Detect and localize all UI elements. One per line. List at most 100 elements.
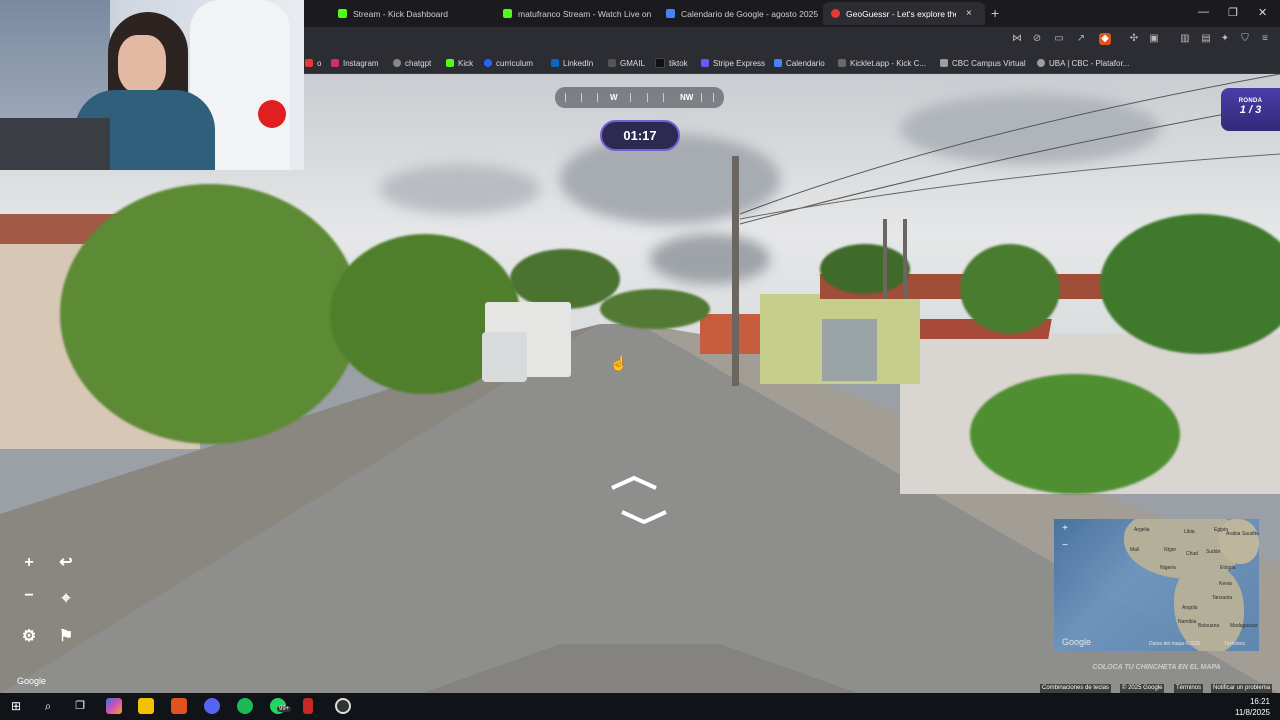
bookmark-label: LinkedIn xyxy=(563,58,594,68)
geoguessr-icon xyxy=(831,9,840,18)
bookmark-kicklet[interactable]: Kicklet.app - Kick C... xyxy=(838,57,926,69)
cast-icon[interactable]: ▭ xyxy=(1053,33,1065,45)
restore-button[interactable]: ❐ xyxy=(1228,6,1238,19)
vpn-icon[interactable]: ⛉ xyxy=(1239,33,1251,45)
share-icon[interactable]: ↗ xyxy=(1075,33,1087,45)
bookmark-tiktok[interactable]: tiktok xyxy=(655,57,688,69)
kick-icon xyxy=(446,59,454,67)
desk xyxy=(0,118,110,170)
app-icon[interactable] xyxy=(303,698,313,714)
bookmark-item[interactable]: o xyxy=(305,57,321,69)
bookmark-curriculum[interactable]: curriculum xyxy=(484,57,533,69)
bookmark-stripe[interactable]: Stripe Express xyxy=(701,57,765,69)
map-zoom-out-button[interactable]: − xyxy=(1060,541,1070,551)
copilot-icon[interactable] xyxy=(106,698,122,714)
bookmark-label: GMAIL xyxy=(620,58,645,68)
map-label: Botsuana xyxy=(1198,623,1220,629)
move-backward-arrow[interactable] xyxy=(620,510,668,524)
map-label: Nigeria xyxy=(1160,565,1176,571)
bookmark-kick[interactable]: Kick xyxy=(446,57,473,69)
compass-tick xyxy=(663,93,664,102)
task-view-icon[interactable]: ❐ xyxy=(72,698,88,714)
extensions-icon[interactable]: ✣ xyxy=(1128,33,1140,45)
map-label: Angola xyxy=(1182,605,1198,611)
tab-kick-stream[interactable]: matufranco Stream - Watch Live on xyxy=(495,2,658,25)
zoom-in-button[interactable]: + xyxy=(17,551,41,575)
map-data-attribution: Datos del mapa ©2025 xyxy=(1149,641,1201,647)
sidebar-icon[interactable]: ▥ xyxy=(1179,33,1191,45)
report-problem-link[interactable]: Notificar un problema xyxy=(1211,684,1273,693)
map-label: Etiopía xyxy=(1220,565,1236,571)
zoom-out-button[interactable]: − xyxy=(17,584,41,608)
leo-ai-icon[interactable]: ✦ xyxy=(1219,33,1231,45)
settings-button[interactable]: ⚙ xyxy=(17,625,41,649)
tab-geoguessr[interactable]: GeoGuessr - Let's explore the × xyxy=(823,2,985,25)
bookmark-label: Kick xyxy=(458,58,474,68)
cbc-icon xyxy=(940,59,948,67)
spotify-icon[interactable] xyxy=(237,698,253,714)
compass-northwest: NW xyxy=(680,93,694,102)
stripe-icon xyxy=(701,59,709,67)
tab-google-calendar[interactable]: Calendario de Google - agosto 2025 xyxy=(658,2,821,25)
bookmark-icon xyxy=(305,59,313,67)
streamer-face xyxy=(118,35,166,93)
tab-kick-dashboard[interactable]: Stream - Kick Dashboard xyxy=(330,2,495,25)
new-tab-button[interactable]: + xyxy=(991,5,999,21)
round-indicator: RONDA 1 / 3 xyxy=(1221,88,1280,131)
tab-title: matufranco Stream - Watch Live on xyxy=(518,8,652,19)
place-pin-hint: COLOCA TU CHINCHETA EN EL MAPA xyxy=(1092,664,1221,671)
set-checkpoint-button[interactable]: ⌖ xyxy=(54,587,78,611)
google-watermark: Google xyxy=(17,676,47,686)
obs-icon[interactable] xyxy=(335,698,351,714)
close-tab-icon[interactable]: × xyxy=(966,8,972,19)
bookmark-instagram[interactable]: Instagram xyxy=(331,57,379,69)
bookmark-linkedin[interactable]: LinkedIn xyxy=(551,57,593,69)
bookmark-label: curriculum xyxy=(496,58,533,68)
undo-move-button[interactable]: ↩ xyxy=(54,551,78,575)
bookmark-calendario[interactable]: Calendario xyxy=(774,57,825,69)
windows-start-icon[interactable]: ⊞ xyxy=(8,698,24,714)
bookmark-label: o xyxy=(317,58,322,68)
minimize-button[interactable]: — xyxy=(1198,6,1209,18)
map-label: Libia xyxy=(1184,529,1195,535)
hand-cursor-icon: ☝ xyxy=(610,355,628,371)
extension-icon[interactable]: ⋈ xyxy=(1011,33,1023,45)
mute-icon[interactable]: ⊘ xyxy=(1031,33,1043,45)
compass-tick xyxy=(565,93,566,102)
file-explorer-icon[interactable] xyxy=(138,698,154,714)
map-zoom-in-button[interactable]: + xyxy=(1060,524,1070,534)
map-label: Níger xyxy=(1164,547,1177,553)
keyboard-shortcuts-link[interactable]: Combinaciones de teclas xyxy=(1040,684,1112,693)
compass-tick xyxy=(581,93,582,102)
tab-title: Stream - Kick Dashboard xyxy=(353,8,448,19)
screenshot-icon[interactable]: ▣ xyxy=(1148,33,1160,45)
brave-shield-icon[interactable]: ◆ xyxy=(1099,33,1111,45)
kick-icon xyxy=(338,9,347,18)
tiktok-icon xyxy=(655,58,665,68)
brave-browser-icon[interactable] xyxy=(171,698,187,714)
bookmark-gmail[interactable]: GMAIL xyxy=(608,57,645,69)
bookmark-cbc-campus[interactable]: CBC Campus Virtual xyxy=(940,57,1026,69)
google-copyright: © 2025 Google xyxy=(1120,684,1165,693)
close-window-button[interactable]: ✕ xyxy=(1258,6,1267,19)
wallet-icon[interactable]: ▤ xyxy=(1200,33,1212,45)
bookmark-label: CBC Campus Virtual xyxy=(952,58,1026,68)
kicklet-icon xyxy=(838,59,846,67)
bookmark-chatgpt[interactable]: chatgpt xyxy=(393,57,431,69)
menu-icon[interactable]: ≡ xyxy=(1259,33,1271,45)
compass-tick xyxy=(647,93,648,102)
bookmark-label: Kicklet.app - Kick C... xyxy=(850,58,927,68)
compass-tick xyxy=(630,93,631,102)
system-clock[interactable]: 16:21 11/8/2025 xyxy=(1235,696,1270,718)
clock-time: 16:21 xyxy=(1249,697,1270,706)
terms-link[interactable]: Términos xyxy=(1174,684,1204,693)
map-terms-link[interactable]: Términos xyxy=(1224,641,1245,647)
compass-bar: W NW xyxy=(555,87,724,108)
guess-minimap[interactable]: Argelia Libia Egipto Mali Níger Chad Sud… xyxy=(1054,519,1259,651)
search-icon[interactable]: ⌕ xyxy=(40,698,56,714)
return-to-start-button[interactable]: ⚑ xyxy=(54,625,78,649)
bookmark-label: Stripe Express xyxy=(713,58,766,68)
move-forward-arrow[interactable] xyxy=(610,476,658,490)
discord-icon[interactable] xyxy=(204,698,220,714)
bookmark-uba-cbc[interactable]: UBA | CBC - Platafor... xyxy=(1037,57,1129,69)
